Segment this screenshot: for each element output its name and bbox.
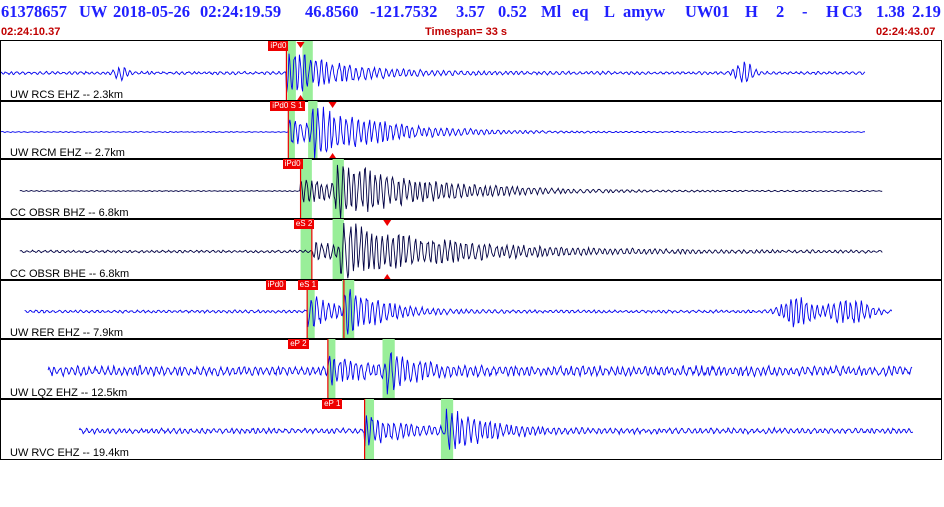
- phase-window: [382, 339, 395, 399]
- pick-tag[interactable]: eP 2: [288, 339, 309, 349]
- value-2: 2.19: [912, 2, 941, 21]
- waveform-panels: iPd0 UW RCS EHZ -- 2.3km iPd0 S 1 UW RCM EH…: [0, 40, 944, 460]
- event-type: eq: [572, 2, 589, 21]
- magnitude-type: Ml: [541, 2, 562, 21]
- latitude: 46.8560: [305, 2, 359, 21]
- seismogram-trace: [19, 222, 883, 279]
- waveform-svg: [19, 219, 883, 280]
- pick-tag[interactable]: eP 1: [322, 399, 343, 409]
- phase-count: 2: [776, 2, 785, 21]
- seismogram-trace: [1, 53, 866, 93]
- phase-window: [327, 339, 336, 399]
- waveform-svg: [24, 280, 893, 339]
- trace-panel[interactable]: iPd0 CC OBSR BHZ -- 6.8km: [0, 158, 942, 220]
- version: 01: [713, 2, 730, 21]
- event-header: 61378657 UW 2018-05-26 02:24:19.59 46.85…: [0, 0, 944, 40]
- seismogram-trace: [24, 289, 893, 335]
- seismogram-trace: [78, 408, 914, 450]
- gtype: L: [604, 2, 616, 21]
- time-range-line: 02:24:10.37 Timespan= 33 s 02:24:43.07: [0, 25, 944, 40]
- end-time: 02:24:43.07: [876, 26, 936, 38]
- trace-panel[interactable]: iPd0 UW RCS EHZ -- 2.3km: [0, 40, 942, 102]
- pick-tag[interactable]: iPd0: [268, 41, 289, 51]
- value-1: 1.38: [876, 2, 905, 21]
- origin-date: 2018-05-26: [113, 2, 190, 21]
- event-id: 61378657: [1, 2, 67, 21]
- c3-code: C3: [842, 2, 863, 21]
- timespan: Timespan= 33 s: [425, 26, 508, 38]
- trace-panel[interactable]: iPd0 S 1 UW RCM EHZ -- 2.7km: [0, 100, 942, 160]
- waveform-svg: [47, 339, 913, 399]
- pick-tag[interactable]: eS 2: [293, 219, 315, 229]
- magnitude: 0.52: [498, 2, 527, 21]
- depth: 3.57: [456, 2, 485, 21]
- seismogram-trace: [1, 106, 866, 159]
- waveform-svg: [78, 399, 914, 459]
- quality: H: [745, 2, 758, 21]
- author: amyw: [623, 2, 666, 21]
- phase-window: [440, 399, 454, 459]
- waveform-svg: [1, 41, 866, 101]
- origin-time: 02:24:19.59: [200, 2, 282, 21]
- pick-tag[interactable]: iPd0: [282, 159, 303, 169]
- pick-tag[interactable]: iPd0 S 1: [270, 101, 305, 111]
- trace-panel[interactable]: eP 1 UW RVC EHZ -- 19.4km: [0, 398, 942, 460]
- trace-panel[interactable]: eS 2 CC OBSR BHE -- 6.8km: [0, 218, 942, 281]
- seismogram-trace: [47, 351, 913, 395]
- pick-tag[interactable]: eS 1: [297, 280, 319, 290]
- network-code: UW: [79, 2, 108, 21]
- review-flag: H: [826, 2, 839, 21]
- station-label: UW RVC EHZ -- 19.4km: [10, 447, 129, 459]
- pick-tag[interactable]: iPd0: [265, 280, 286, 290]
- source: UW: [685, 2, 714, 21]
- phase-window: [302, 41, 313, 101]
- trace-panel[interactable]: eP 2 UW LQZ EHZ -- 12.5km: [0, 338, 942, 400]
- event-summary-line: 61378657 UW 2018-05-26 02:24:19.59 46.85…: [0, 1, 944, 25]
- waveform-svg: [1, 101, 866, 159]
- seismogram-trace: [19, 164, 883, 219]
- separator-dash: -: [802, 2, 808, 21]
- waveform-svg: [19, 159, 883, 219]
- pick-marker-top: [328, 102, 337, 108]
- start-time: 02:24:10.37: [1, 26, 61, 38]
- pick-marker-top: [383, 220, 392, 226]
- trace-panel[interactable]: iPd0 eS 1 UW RER EHZ -- 7.9km: [0, 279, 942, 340]
- longitude: -121.7532: [370, 2, 438, 21]
